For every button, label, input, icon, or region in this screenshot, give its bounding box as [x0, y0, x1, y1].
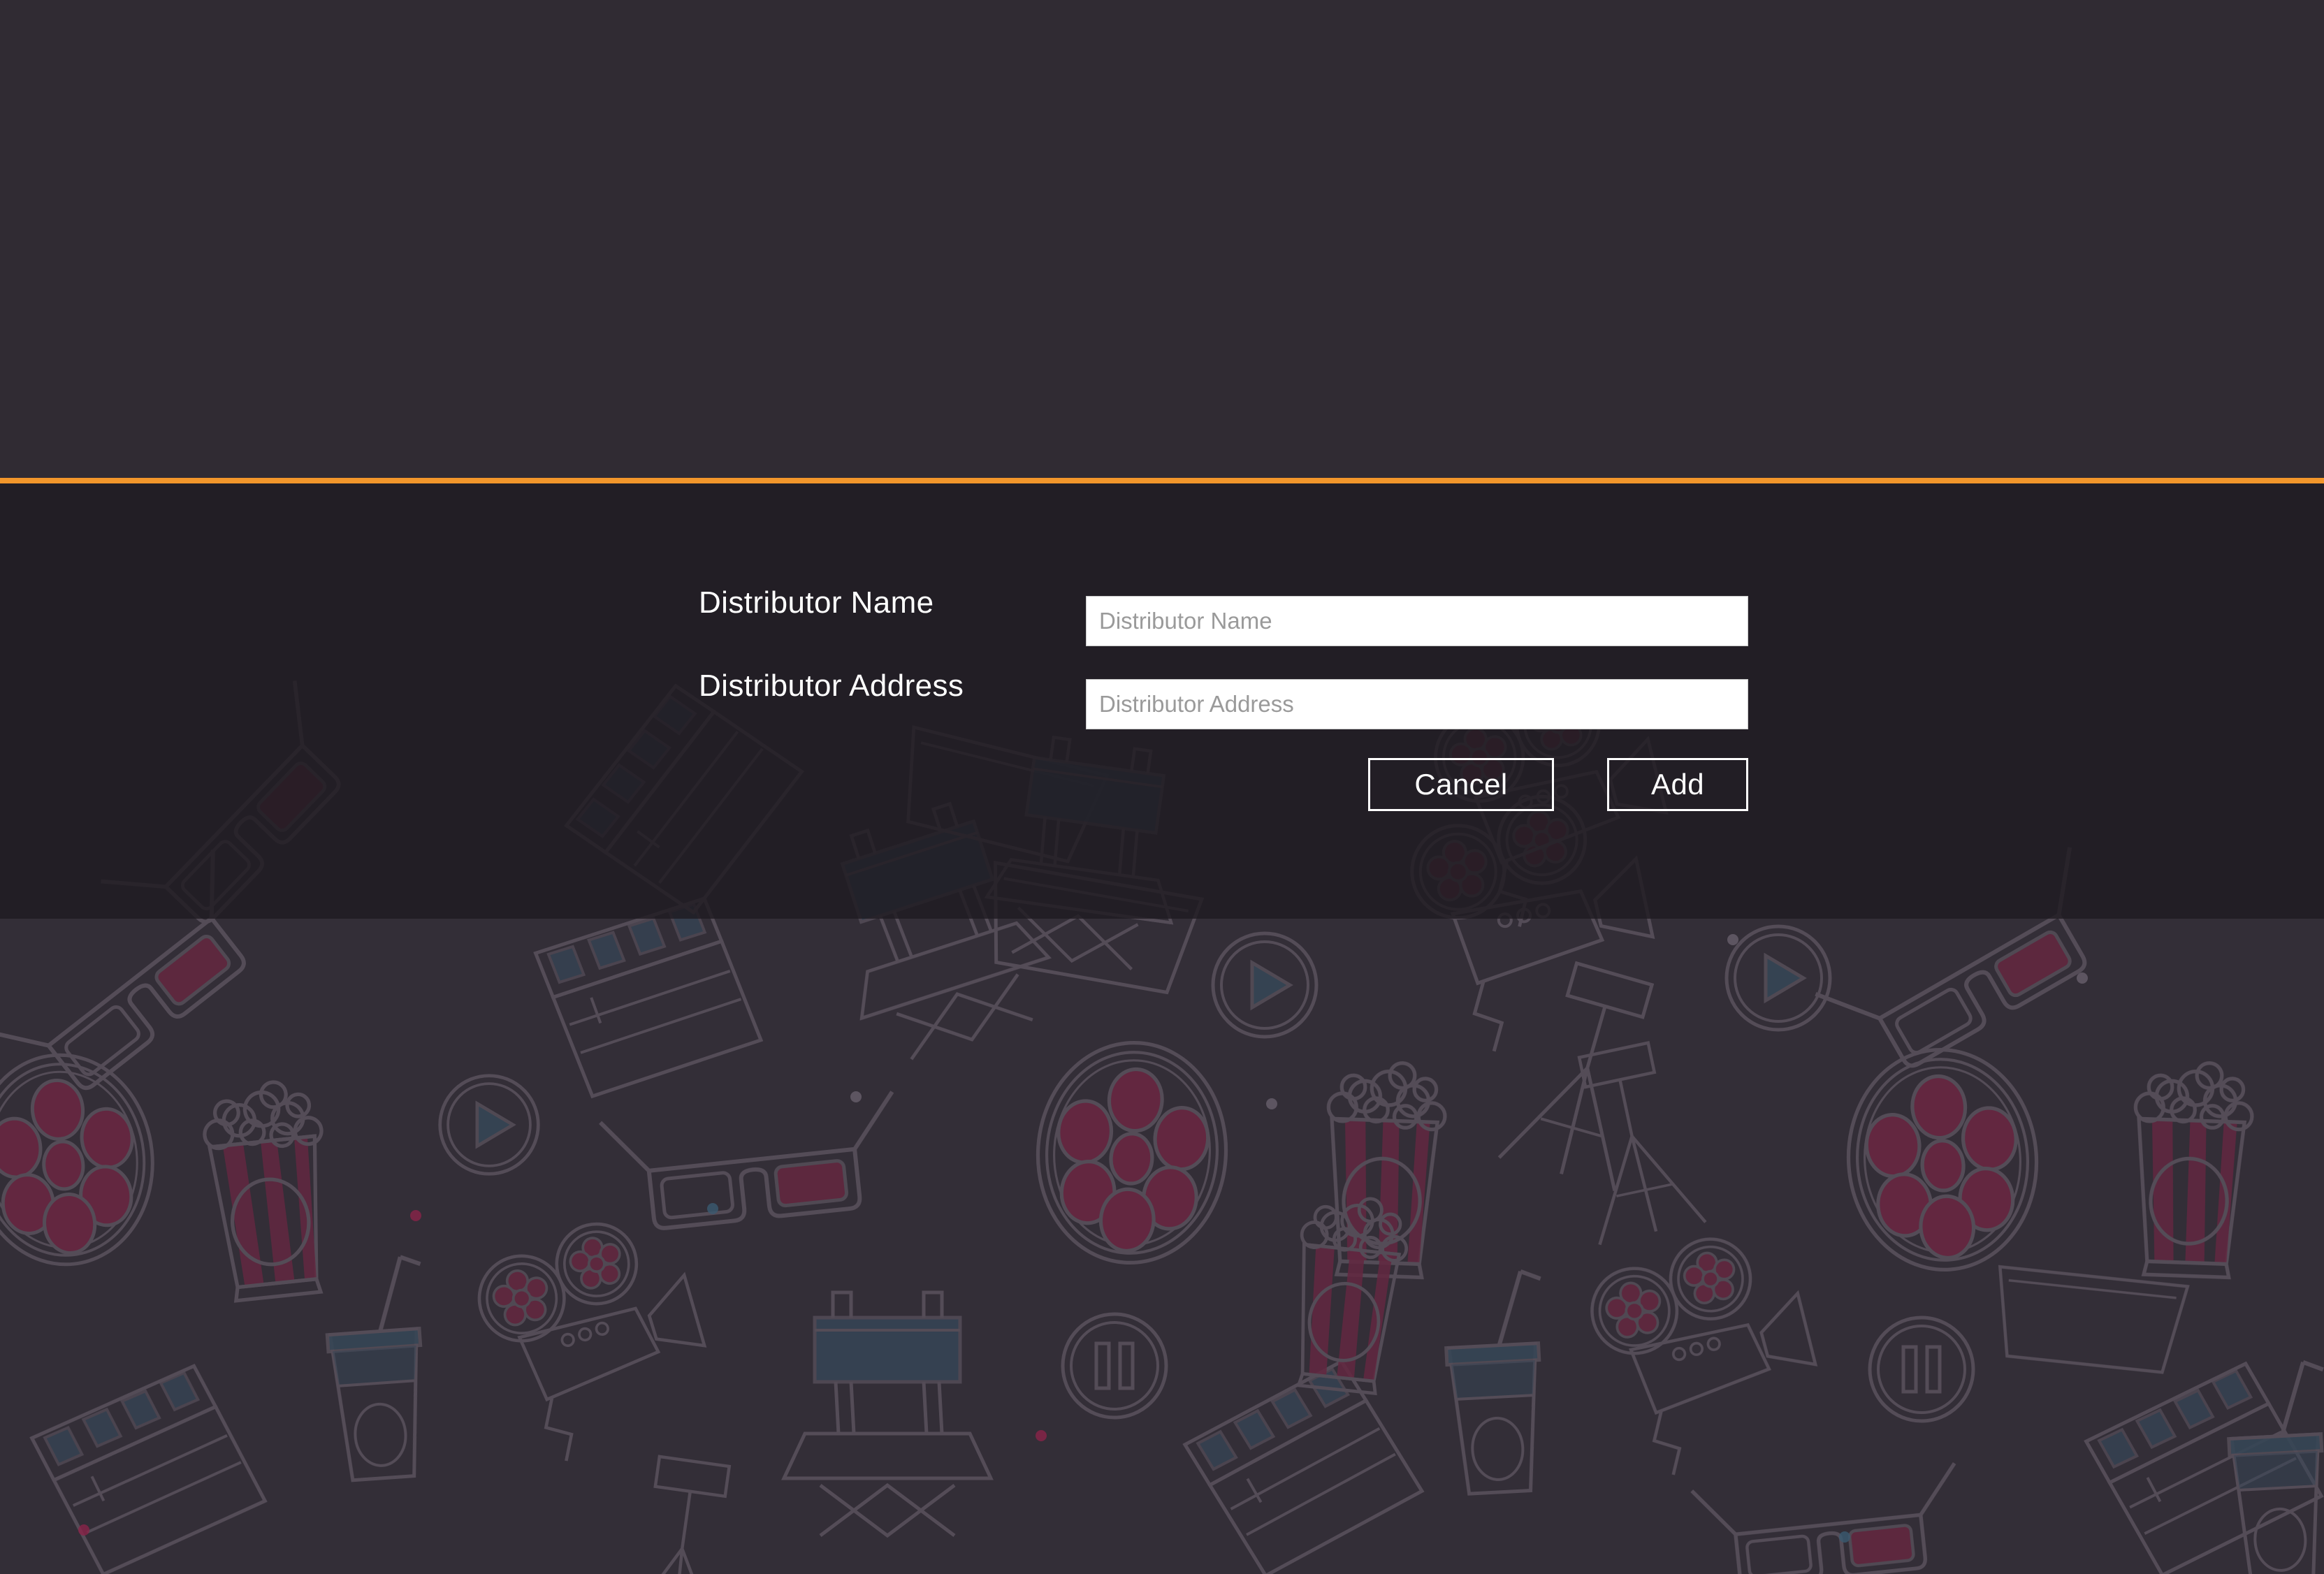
- cancel-button[interactable]: Cancel: [1368, 758, 1554, 811]
- top-panel: [0, 0, 2324, 478]
- app-root: Distributor Name Distributor Address Can…: [0, 0, 2324, 1574]
- distributor-address-input[interactable]: [1086, 679, 1748, 729]
- add-distributor-form: Distributor Name Distributor Address Can…: [0, 483, 2324, 919]
- orange-accent-rule: [0, 478, 2324, 483]
- distributor-name-input[interactable]: [1086, 596, 1748, 646]
- add-button[interactable]: Add: [1607, 758, 1748, 811]
- distributor-name-label: Distributor Name: [699, 585, 934, 620]
- distributor-address-label: Distributor Address: [699, 669, 964, 703]
